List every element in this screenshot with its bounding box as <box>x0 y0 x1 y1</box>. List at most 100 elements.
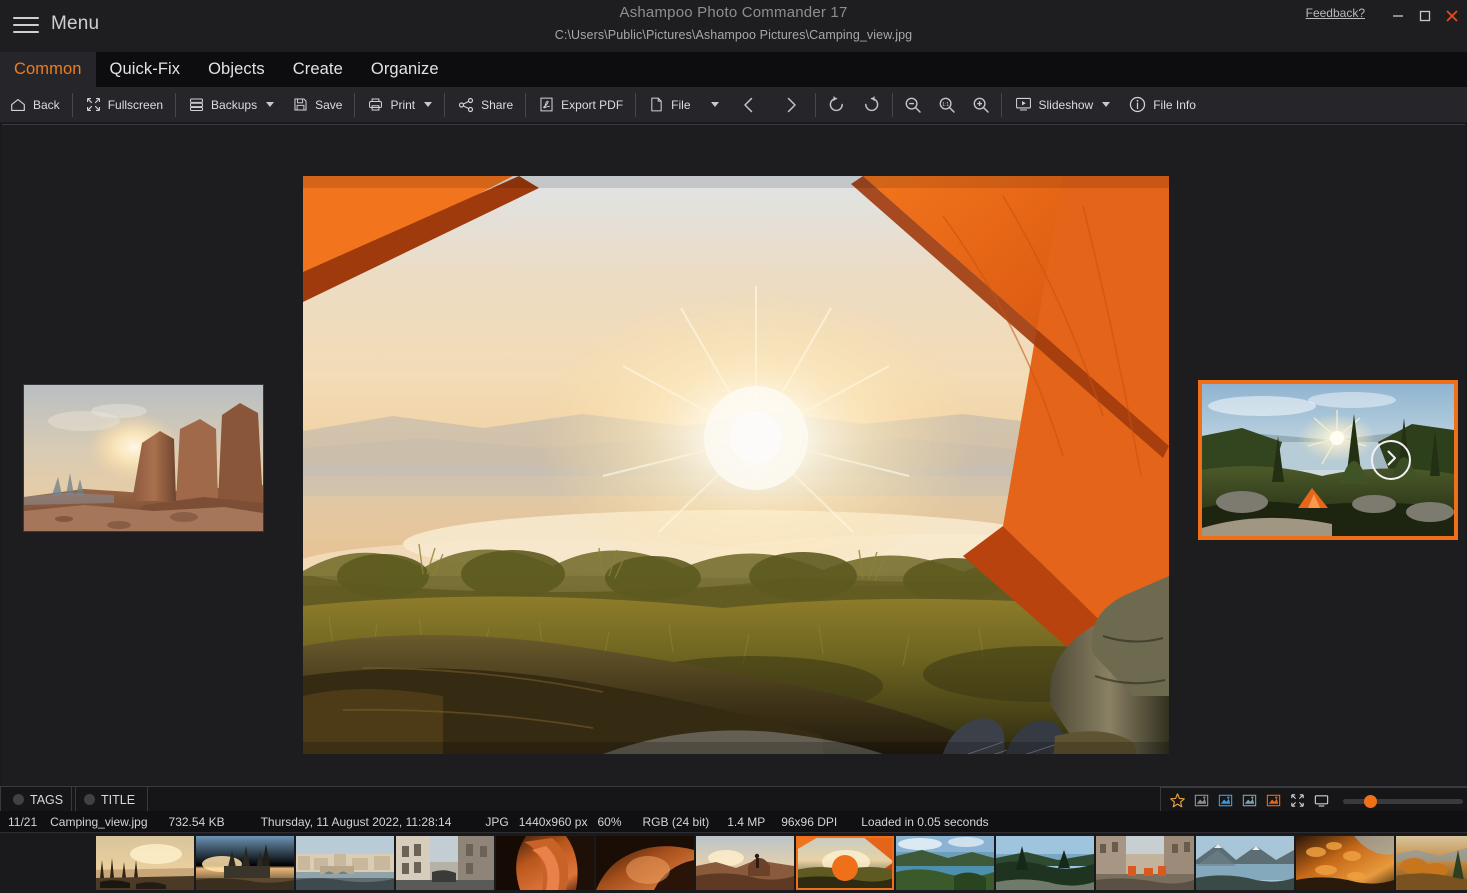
share-label: Share <box>481 98 513 112</box>
previous-image-thumbnail[interactable] <box>23 384 264 532</box>
save-button[interactable]: Save <box>283 87 351 122</box>
filmstrip-item-mountain-lake[interactable] <box>1196 836 1294 890</box>
filmstrip-item-florence-bridge[interactable] <box>296 836 394 890</box>
maximize-icon[interactable] <box>1412 4 1438 28</box>
next-image-thumbnail[interactable] <box>1198 380 1458 540</box>
chevron-down-icon[interactable] <box>711 102 719 107</box>
filmstrip-item-city-street[interactable] <box>1096 836 1194 890</box>
fullscreen-label: Fullscreen <box>108 98 163 112</box>
zoom-slider-knob[interactable] <box>1364 795 1377 808</box>
main-image[interactable] <box>303 176 1169 754</box>
share-icon <box>457 96 475 114</box>
filmstrip[interactable] <box>0 832 1467 893</box>
next-image-arrow-button[interactable] <box>1371 440 1411 480</box>
flag-blue-icon[interactable] <box>1215 790 1236 811</box>
previous-image-button[interactable] <box>728 87 770 122</box>
zoom-out-button[interactable] <box>896 87 930 122</box>
share-button[interactable]: Share <box>448 87 522 122</box>
tab-common[interactable]: Common <box>0 52 96 87</box>
rotate-right-button[interactable] <box>854 87 889 122</box>
monitor-icon[interactable] <box>1311 790 1332 811</box>
filmstrip-item-autumn-leaves[interactable] <box>1296 836 1394 890</box>
filmstrip-item-camping-view[interactable] <box>796 836 894 890</box>
export-pdf-label: Export PDF <box>561 98 623 112</box>
status-filesize: 732.54 KB <box>169 815 225 829</box>
chevron-down-icon[interactable] <box>424 102 432 107</box>
status-date: Thursday, 11 August 2022, 11:28:14 <box>261 815 452 829</box>
tab-objects[interactable]: Objects <box>194 52 279 87</box>
filmstrip-item-venice-gondolas[interactable] <box>96 836 194 890</box>
star-icon[interactable] <box>1167 790 1188 811</box>
filmstrip-item-desert-hiker[interactable] <box>696 836 794 890</box>
back-button[interactable]: Back <box>0 87 69 122</box>
next-image-button[interactable] <box>770 87 812 122</box>
selected-indicator <box>832 855 858 881</box>
zoom-in-button[interactable] <box>964 87 998 122</box>
file-label: File <box>671 98 690 112</box>
toolbar-separator <box>525 93 526 117</box>
fullscreen-icon <box>85 96 102 113</box>
svg-text:1:1: 1:1 <box>942 102 949 108</box>
filmstrip-item-autumn-road[interactable] <box>1396 836 1467 890</box>
print-button[interactable]: Print <box>358 87 441 122</box>
filmstrip-item-canyon-arch[interactable] <box>596 836 694 890</box>
flag-green-icon[interactable] <box>1239 790 1260 811</box>
slideshow-label: Slideshow <box>1039 98 1094 112</box>
status-loadtime: Loaded in 0.05 seconds <box>861 815 988 829</box>
file-path: C:\Users\Public\Pictures\Ashampoo Pictur… <box>0 28 1467 42</box>
viewer-tools <box>1160 787 1467 812</box>
zoom-slider-track <box>1343 799 1463 804</box>
fullscreen-button[interactable]: Fullscreen <box>76 87 172 122</box>
backups-label: Backups <box>211 98 257 112</box>
flag-gray-icon[interactable] <box>1191 790 1212 811</box>
chevron-down-icon[interactable] <box>1102 102 1110 107</box>
title-toggle[interactable]: TITLE <box>71 787 148 812</box>
filmstrip-item-milan-cathedral[interactable] <box>196 836 294 890</box>
chevron-right-icon <box>1381 448 1401 473</box>
zoom-in-icon <box>971 95 991 115</box>
file-icon <box>648 96 665 113</box>
file-info-label: File Info <box>1153 98 1196 112</box>
flag-orange-icon[interactable] <box>1263 790 1284 811</box>
export-pdf-button[interactable]: Export PDF <box>529 87 632 122</box>
slideshow-button[interactable]: Slideshow <box>1005 87 1120 122</box>
backups-button[interactable]: Backups <box>179 87 283 122</box>
filmstrip-item-coastal-cove[interactable] <box>896 836 994 890</box>
toolbar-separator <box>354 93 355 117</box>
filmstrip-item-venice-canal[interactable] <box>396 836 494 890</box>
image-viewer-canvas[interactable] <box>2 124 1465 786</box>
status-dpi: 96x96 DPI <box>781 815 837 829</box>
lake-campsite-preview <box>1202 384 1454 536</box>
filmstrip-item-lake-pines[interactable] <box>996 836 1094 890</box>
zoom-actual-size-button[interactable]: 1:1 <box>930 87 964 122</box>
rotate-left-icon <box>826 94 847 115</box>
feedback-link[interactable]: Feedback? <box>1306 6 1365 20</box>
status-filename: Camping_view.jpg <box>50 815 147 829</box>
toolbar-separator <box>815 93 816 117</box>
filmstrip-item-antelope-canyon[interactable] <box>496 836 594 890</box>
backups-icon <box>188 96 205 113</box>
zoom-actual-icon: 1:1 <box>937 95 957 115</box>
toolbar-separator <box>72 93 73 117</box>
fit-screen-icon[interactable] <box>1287 790 1308 811</box>
tags-toggle[interactable]: TAGS <box>0 787 76 812</box>
file-info-button[interactable]: File Info <box>1119 87 1205 122</box>
chevron-right-icon <box>781 95 801 115</box>
close-icon[interactable] <box>1439 4 1465 28</box>
print-label: Print <box>390 98 415 112</box>
chevron-down-icon[interactable] <box>266 102 274 107</box>
toolbar-separator <box>1001 93 1002 117</box>
title-label: TITLE <box>101 793 135 807</box>
zoom-slider[interactable] <box>1343 790 1463 811</box>
tab-quick-fix[interactable]: Quick-Fix <box>96 52 195 87</box>
app-title: Ashampoo Photo Commander 17 <box>0 4 1467 21</box>
slideshow-icon <box>1014 95 1033 114</box>
status-dimensions: 1440x960 px <box>519 815 588 829</box>
tags-dot-icon <box>13 794 24 805</box>
tab-organize[interactable]: Organize <box>357 52 453 87</box>
status-bar: 11/21 Camping_view.jpg 732.54 KB Thursda… <box>0 811 1467 832</box>
minimize-icon[interactable] <box>1385 4 1411 28</box>
tab-create[interactable]: Create <box>279 52 357 87</box>
file-button[interactable]: File <box>639 87 727 122</box>
rotate-left-button[interactable] <box>819 87 854 122</box>
